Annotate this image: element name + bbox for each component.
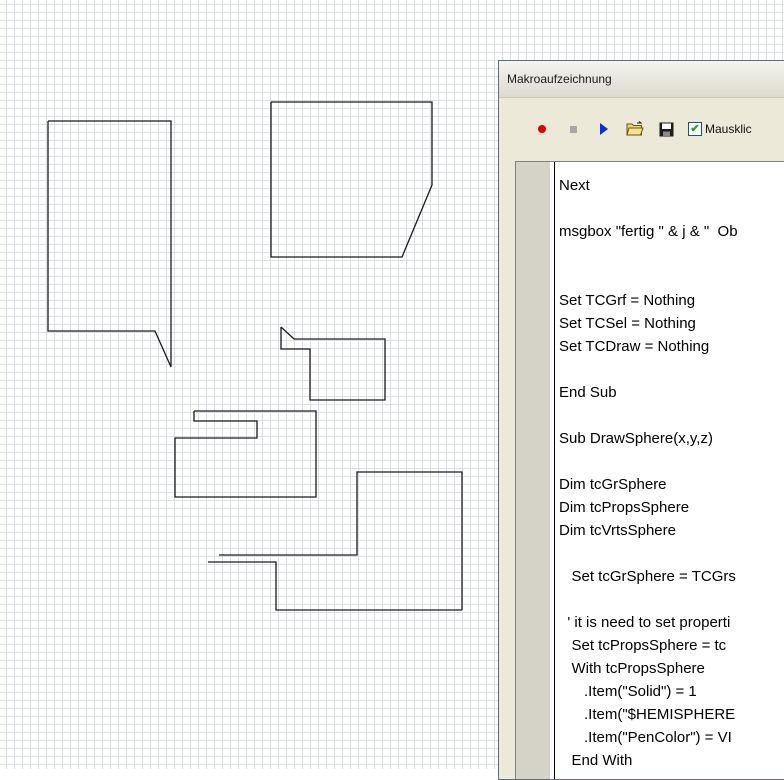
window-title-bar[interactable]: Makroaufzeichnung	[499, 61, 784, 98]
stop-icon[interactable]	[564, 120, 582, 138]
open-folder-icon[interactable]	[626, 120, 644, 138]
code-line[interactable]: ' it is need to set properti	[559, 611, 784, 634]
code-line[interactable]	[559, 266, 784, 289]
callout-shape-left[interactable]	[47, 120, 172, 368]
code-line[interactable]: Sub DrawSphere(x,y,z)	[559, 427, 784, 450]
callout-shape-small[interactable]	[280, 326, 386, 401]
step-shape-lower[interactable]	[208, 561, 462, 611]
code-line[interactable]	[559, 358, 784, 381]
code-line[interactable]	[559, 588, 784, 611]
code-editor[interactable]: Next msgbox "fertig " & j & " Ob Set TCGrf…	[515, 161, 784, 779]
code-line[interactable]: Set TCSel = Nothing	[559, 312, 784, 335]
code-line[interactable]: Dim tcPropsSphere	[559, 496, 784, 519]
macro-toolbar: ✔ Mausklic	[499, 97, 784, 161]
record-icon[interactable]	[533, 120, 551, 138]
macro-recorder-window[interactable]: Makroaufzeichnung ✔ Mausklic Next msgbox…	[498, 60, 784, 780]
code-line[interactable]	[559, 450, 784, 473]
code-line[interactable]: Set TCGrf = Nothing	[559, 289, 784, 312]
code-line[interactable]: msgbox "fertig " & j & " Ob	[559, 220, 784, 243]
bracket-shape[interactable]	[174, 410, 317, 498]
chamfered-rectangle-shape[interactable]	[270, 101, 433, 258]
code-line[interactable]: .Item("$HEMISPHERE	[559, 703, 784, 726]
checkbox-label: Mausklic	[705, 122, 752, 136]
play-icon[interactable]	[595, 120, 613, 138]
code-line[interactable]: End Sub	[559, 381, 784, 404]
code-line[interactable]	[559, 243, 784, 266]
code-line[interactable]: With tcPropsSphere	[559, 657, 784, 680]
code-line[interactable]: Set TCDraw = Nothing	[559, 335, 784, 358]
code-line[interactable]: .Item("PenColor") = VI	[559, 726, 784, 749]
code-line[interactable]	[559, 197, 784, 220]
code-line[interactable]	[559, 542, 784, 565]
mouse-click-checkbox[interactable]: ✔ Mausklic	[688, 122, 752, 136]
checkmark-icon[interactable]: ✔	[688, 122, 702, 136]
code-line[interactable]: Set tcPropsSphere = tc	[559, 634, 784, 657]
code-line[interactable]: Dim tcGrSphere	[559, 473, 784, 496]
code-line[interactable]	[559, 404, 784, 427]
editor-gutter	[516, 162, 550, 779]
window-title: Makroaufzeichnung	[507, 72, 612, 86]
code-text-area[interactable]: Next msgbox "fertig " & j & " Ob Set TCGrf…	[554, 162, 784, 779]
code-line[interactable]: Dim tcVrtsSphere	[559, 519, 784, 542]
code-line[interactable]: .Item("Solid") = 1	[559, 680, 784, 703]
code-line[interactable]: Set tcGrSphere = TCGrs	[559, 565, 784, 588]
code-line[interactable]: Next	[559, 174, 784, 197]
save-icon[interactable]	[657, 120, 675, 138]
step-shape-upper[interactable]	[219, 471, 463, 610]
